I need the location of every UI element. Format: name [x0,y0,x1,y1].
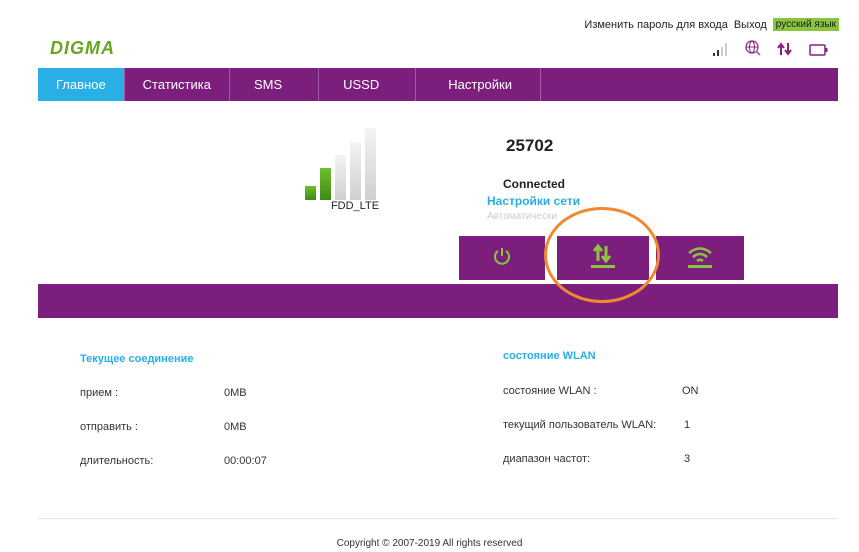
status-band [38,284,838,318]
tab-ussd[interactable]: USSD [319,68,417,101]
signal-bar [365,128,376,200]
change-password-link[interactable]: Изменить пароль для входа [584,19,727,31]
footer-divider [38,518,838,519]
signal-bar [320,168,331,200]
power-button[interactable] [459,236,545,280]
language-selector[interactable]: русский язык [772,18,839,31]
wifi-button[interactable] [656,236,744,280]
wlan-users-value: 1 [684,419,691,431]
logout-link[interactable]: Выход [734,19,767,31]
frequency-range-label: диапазон частот: [503,453,591,465]
sent-label: отправить : [80,421,138,433]
signal-strength-bars [305,128,405,200]
brand-logo: DIGMA [50,38,115,58]
signal-bar [335,155,346,200]
network-mode: Автоматически [487,211,557,222]
tab-main[interactable]: Главное [38,68,125,101]
received-value: 0MB [224,387,247,399]
network-settings-link[interactable]: Настройки сети [487,194,580,208]
operator-code: 25702 [506,136,554,155]
wlan-state-value: ON [682,385,699,397]
tab-settings[interactable]: Настройки [416,68,541,101]
main-nav: Главное Статистика SMS USSD Настройки [38,68,838,101]
data-transfer-icon [777,42,793,56]
tab-statistics[interactable]: Статистика [125,68,230,101]
network-type: FDD_LTE [330,200,380,212]
signal-bar [305,186,316,200]
highlight-circle [544,207,660,303]
top-links: Изменить пароль для входа Выход русский … [584,18,839,31]
globe-icon [745,40,761,56]
signal-strength-icon [713,42,729,56]
power-icon [492,246,512,271]
wlan-users-label: текущий пользователь WLAN: [503,419,657,431]
wlan-status-title: состояние WLAN [503,350,596,362]
duration-value: 00:00:07 [224,455,267,467]
received-label: прием : [80,387,119,399]
duration-label: длительность: [80,455,154,467]
connection-status: Connected [503,177,566,191]
current-connection-title: Текущее соединение [80,353,194,365]
sent-value: 0MB [224,421,247,433]
copyright-text: Copyright © 2007-2019 All rights reserve… [336,538,523,549]
signal-bar [350,142,361,200]
tab-sms[interactable]: SMS [230,68,320,101]
status-icons [713,40,829,56]
wlan-state-label: состояние WLAN : [503,385,597,397]
wifi-icon [685,243,715,274]
frequency-range-value: 3 [684,453,691,465]
battery-icon [809,44,829,56]
